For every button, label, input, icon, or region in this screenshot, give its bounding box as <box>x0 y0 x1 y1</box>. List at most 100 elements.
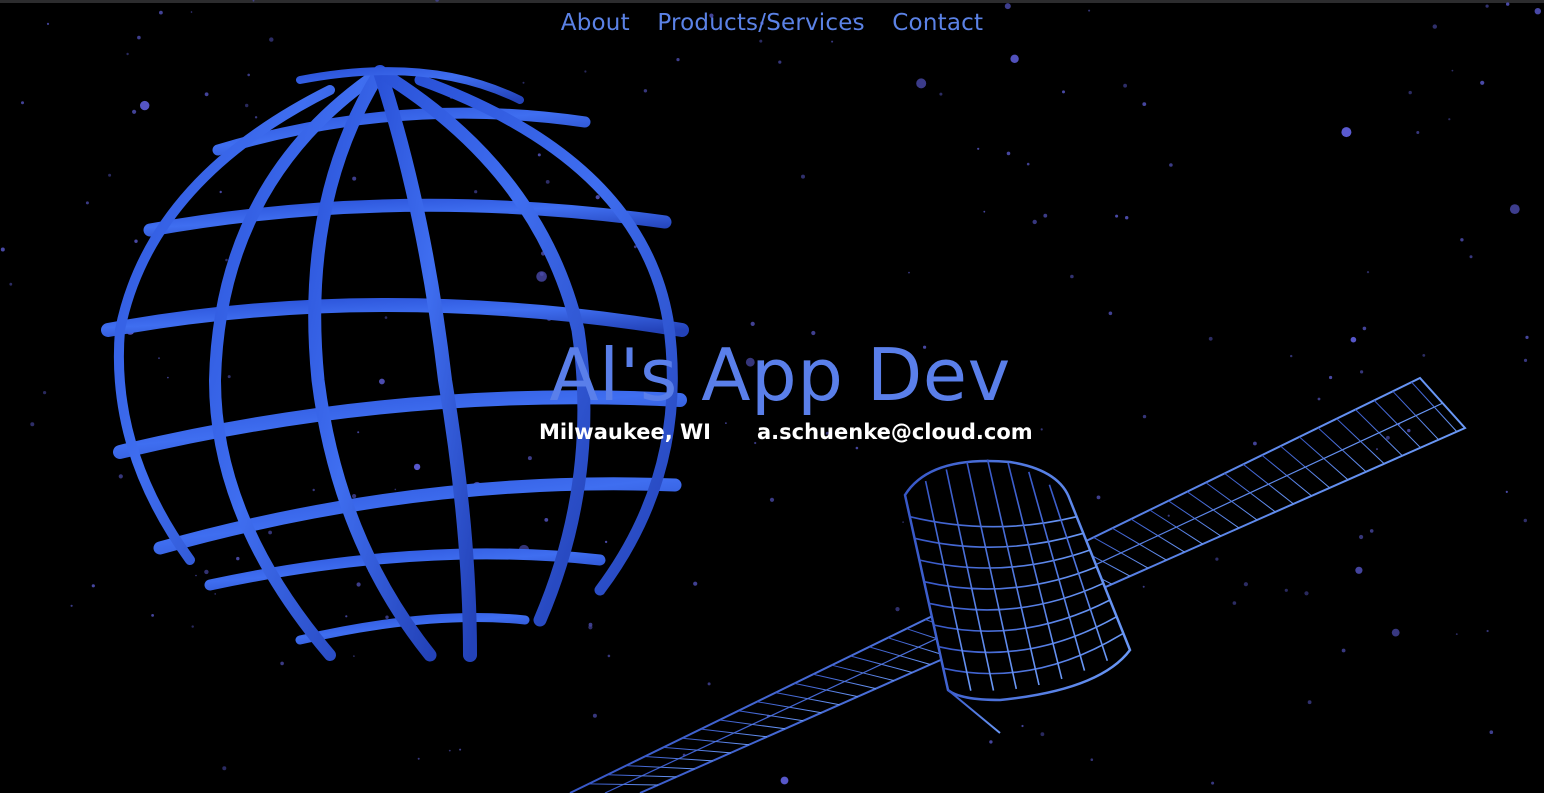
star <box>384 316 388 319</box>
solar-panel-rib <box>1242 463 1294 505</box>
star <box>1290 354 1293 358</box>
star <box>1505 490 1508 493</box>
nav-link-products-services[interactable]: Products/Services <box>657 10 864 36</box>
star <box>1509 204 1520 215</box>
star <box>252 0 255 2</box>
solar-panel-rib <box>1186 491 1240 529</box>
star <box>1369 529 1374 533</box>
star <box>0 247 5 252</box>
solar-panel-rib <box>700 728 768 738</box>
star <box>1026 162 1030 166</box>
star <box>977 147 980 150</box>
solar-panel-rib <box>1205 482 1258 521</box>
star <box>588 625 593 630</box>
solar-panel-rib <box>1112 527 1167 561</box>
star <box>1360 370 1364 374</box>
star <box>1010 54 1019 63</box>
star <box>214 593 216 595</box>
star <box>1169 163 1173 167</box>
star <box>527 456 532 461</box>
star <box>219 190 222 194</box>
solar-panel-rib <box>1168 500 1222 537</box>
star <box>225 258 228 262</box>
star <box>1284 588 1288 592</box>
star <box>1341 648 1346 653</box>
solar-panel-rib <box>1224 473 1276 513</box>
star <box>537 153 541 157</box>
star <box>268 530 272 535</box>
solar-panel-rib <box>626 765 695 770</box>
nav-link-contact[interactable]: Contact <box>892 10 983 36</box>
main-nav: About Products/Services Contact <box>0 10 1544 36</box>
email-link[interactable]: a.schuenke@cloud.com <box>757 420 1033 444</box>
star <box>1215 557 1219 561</box>
star <box>522 81 525 84</box>
star <box>1451 69 1454 72</box>
star <box>21 101 24 105</box>
star <box>693 581 698 586</box>
star <box>448 749 451 752</box>
star <box>459 748 462 751</box>
solar-panel-rib <box>588 783 659 786</box>
star <box>1422 354 1426 357</box>
star <box>247 73 250 77</box>
star <box>1243 582 1248 587</box>
star <box>1142 414 1147 419</box>
star <box>1523 358 1528 362</box>
star <box>1142 585 1145 588</box>
star <box>1469 255 1473 259</box>
star <box>280 661 284 666</box>
star <box>1304 591 1309 596</box>
star <box>1448 118 1451 121</box>
star <box>604 540 608 544</box>
star <box>750 321 755 326</box>
solar-panel-rib <box>1280 445 1331 489</box>
star <box>195 574 197 577</box>
star <box>1480 80 1485 85</box>
star <box>269 37 274 42</box>
hero-subtitle: Milwaukee, WI a.schuenke@cloud.com <box>0 420 1544 450</box>
star <box>1096 495 1101 500</box>
star <box>353 655 355 657</box>
star <box>1043 213 1048 218</box>
star <box>413 463 421 471</box>
nav-link-about[interactable]: About <box>561 10 630 36</box>
solar-panel-rib <box>850 655 913 673</box>
star <box>939 92 943 96</box>
star <box>1355 566 1363 574</box>
star <box>831 40 834 43</box>
star <box>227 375 231 379</box>
star <box>545 180 550 184</box>
hero-title: Al's App Dev <box>549 333 1011 417</box>
star <box>1232 601 1237 605</box>
star <box>204 92 209 97</box>
star <box>126 52 129 56</box>
star <box>118 474 123 479</box>
star <box>254 116 258 119</box>
star <box>1350 336 1357 343</box>
star <box>1455 633 1458 635</box>
solar-panel-rib <box>794 682 858 698</box>
star <box>902 521 904 523</box>
star <box>417 757 420 760</box>
star <box>643 89 648 93</box>
star <box>167 376 169 379</box>
star <box>1525 335 1529 339</box>
star <box>191 625 194 628</box>
star <box>780 776 789 785</box>
star <box>43 391 47 395</box>
star <box>676 58 680 62</box>
star <box>1070 274 1074 279</box>
star <box>134 239 138 243</box>
star <box>983 210 986 213</box>
solar-panel-rib <box>719 719 786 730</box>
star <box>801 174 805 179</box>
star <box>895 607 900 612</box>
star <box>352 494 357 499</box>
solar-panel-rib <box>775 692 840 706</box>
star <box>1506 2 1510 6</box>
location-text: Milwaukee, WI <box>539 420 711 444</box>
star <box>1362 326 1367 331</box>
star <box>385 615 389 619</box>
solar-panel-rib <box>738 710 804 722</box>
